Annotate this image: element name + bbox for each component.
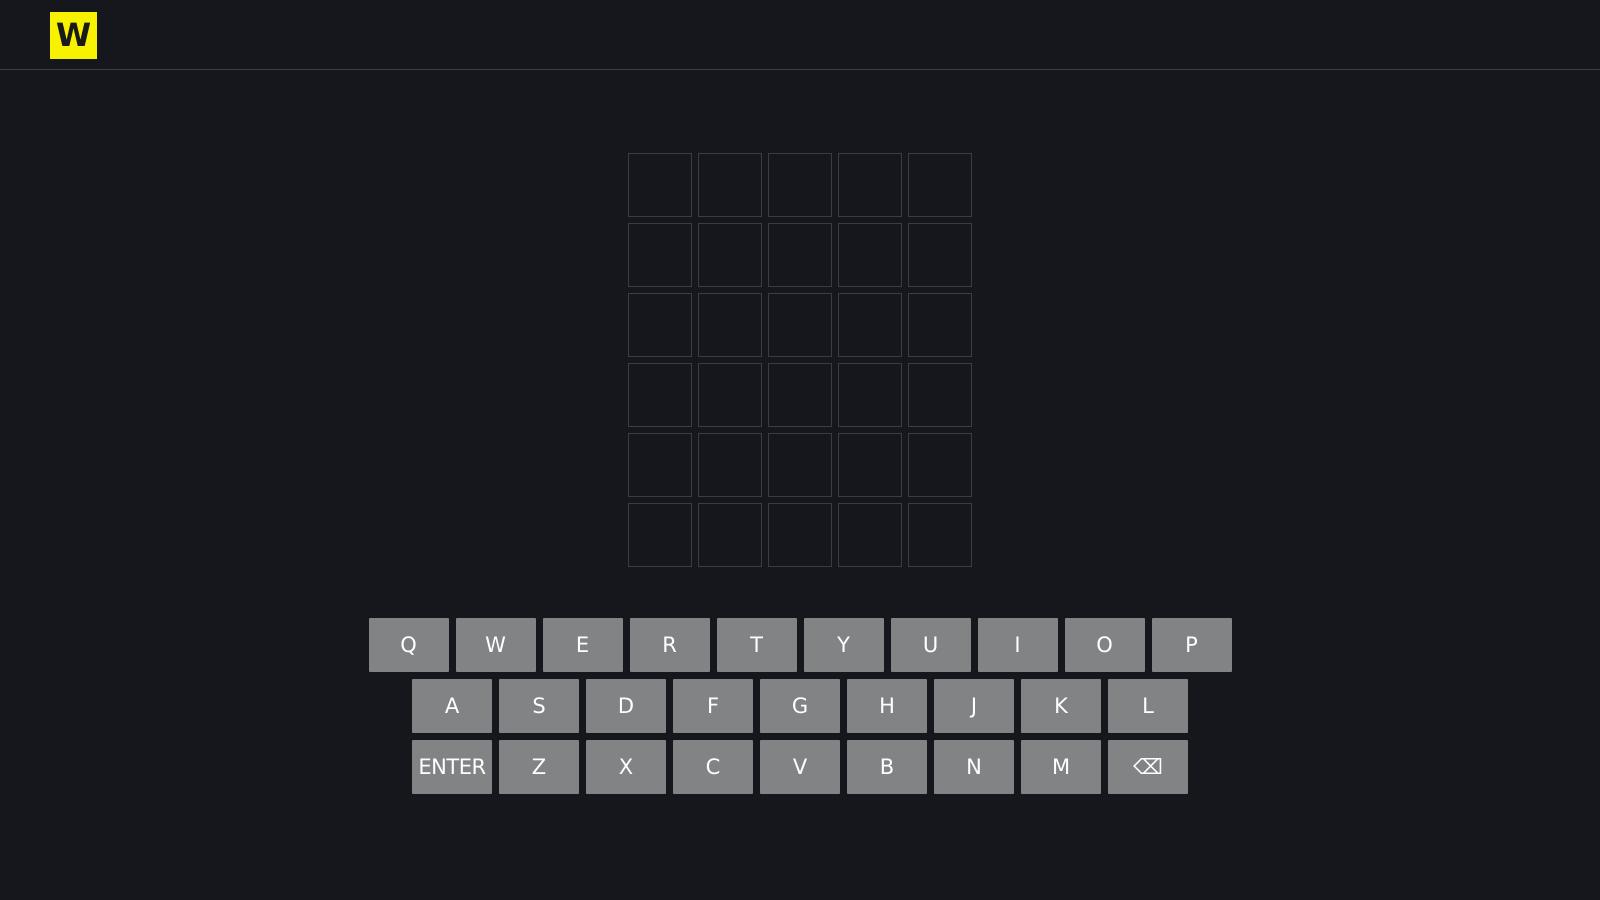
board-tile [698,223,762,287]
key-s[interactable]: S [499,679,579,733]
board-tile [838,153,902,217]
board-tile [768,293,832,357]
key-p[interactable]: P [1151,618,1232,672]
board-tile [908,223,972,287]
board-tile [628,433,692,497]
board-tile [768,433,832,497]
key-u[interactable]: U [890,618,971,672]
board-tile [698,363,762,427]
key-j[interactable]: J [934,679,1014,733]
board-tile [838,363,902,427]
key-c[interactable]: C [673,740,753,794]
keyboard-row: ENTER Z X C V B N M ⌫ [0,740,1600,794]
board-tile [908,503,972,567]
board-tile [628,363,692,427]
board-tile [768,503,832,567]
board-tile [908,363,972,427]
keyboard-row: QWERTYUIOP [0,618,1600,672]
key-f[interactable]: F [673,679,753,733]
board-tile [628,293,692,357]
board-tile [628,503,692,567]
board-tile [908,433,972,497]
key-m[interactable]: M [1021,740,1101,794]
board-tile [838,223,902,287]
board-tile [698,433,762,497]
logo[interactable]: W [50,12,97,59]
board-tile [628,223,692,287]
top-bar: W [0,0,1600,70]
key-o[interactable]: O [1064,618,1145,672]
key-t[interactable]: T [716,618,797,672]
key-q[interactable]: Q [368,618,449,672]
key-r[interactable]: R [629,618,710,672]
key-a[interactable]: A [412,679,492,733]
key-d[interactable]: D [586,679,666,733]
key-e[interactable]: E [542,618,623,672]
key-b[interactable]: B [847,740,927,794]
keyboard-row: ASDFGHJKL [0,679,1600,733]
key-y[interactable]: Y [803,618,884,672]
key-i[interactable]: I [977,618,1058,672]
game-board [628,153,972,567]
board-tile [838,293,902,357]
key-w[interactable]: W [455,618,536,672]
board-tile [908,153,972,217]
on-screen-keyboard: Q W E R T Y U I O P A S D F G H J K L ENTER Z X C V B N M ⌫ [0,618,1600,801]
board-tile [838,433,902,497]
key-x[interactable]: X [586,740,666,794]
key-h[interactable]: H [847,679,927,733]
board-tile [628,153,692,217]
key-l[interactable]: L [1108,679,1188,733]
board-tile [698,503,762,567]
board-tile [908,293,972,357]
board-tile [768,223,832,287]
key-g[interactable]: G [760,679,840,733]
board-tile [698,153,762,217]
backspace-key[interactable]: ⌫ [1108,740,1188,794]
board-tile [838,503,902,567]
enter-key[interactable]: ENTER [412,740,492,794]
key-z[interactable]: Z [499,740,579,794]
key-n[interactable]: N [934,740,1014,794]
key-v[interactable]: V [760,740,840,794]
board-tile [768,153,832,217]
board-tile [698,293,762,357]
key-k[interactable]: K [1021,679,1101,733]
board-tile [768,363,832,427]
